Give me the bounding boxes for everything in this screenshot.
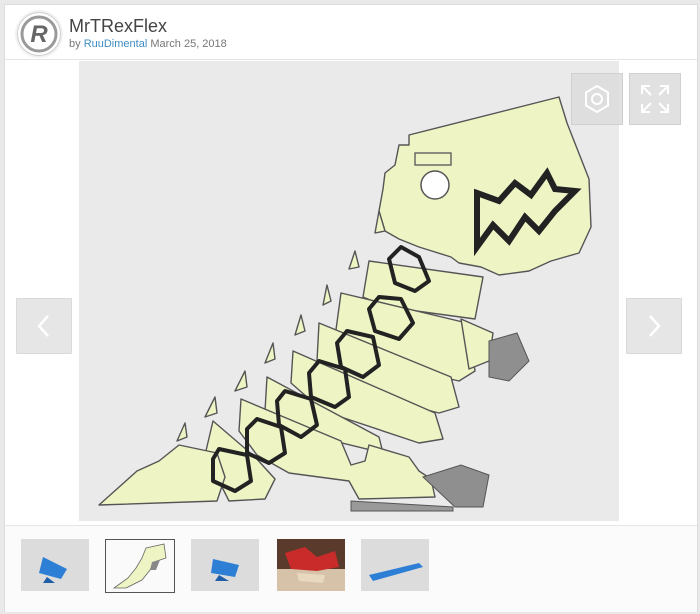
thumbnail-2[interactable]	[105, 539, 175, 593]
publish-date: March 25, 2018	[150, 38, 227, 50]
blue-part-thumbnail	[361, 539, 429, 591]
chevron-left-icon	[37, 315, 49, 337]
model-card: R MrTRexFlex by RuuDimental March 25, 20…	[4, 4, 698, 612]
author-link[interactable]: RuuDimental	[84, 38, 148, 50]
model-title: MrTRexFlex	[69, 16, 167, 36]
trex-thumbnail	[106, 540, 174, 592]
blue-part-thumbnail	[191, 539, 259, 591]
thumbnail-5[interactable]	[361, 539, 429, 591]
thumbnail-1[interactable]	[21, 539, 89, 591]
fullscreen-button[interactable]	[629, 73, 681, 125]
previous-image-button[interactable]	[16, 298, 72, 354]
r-logo-icon: R	[20, 15, 58, 53]
model-header: R MrTRexFlex by RuuDimental March 25, 20…	[5, 5, 697, 60]
blue-part-thumbnail	[21, 539, 89, 591]
next-image-button[interactable]	[626, 298, 682, 354]
photo-thumbnail	[277, 539, 345, 591]
by-label: by	[69, 38, 81, 50]
hexagon-settings-icon	[585, 84, 609, 114]
model-byline: by RuuDimental March 25, 2018	[69, 38, 227, 50]
chevron-right-icon	[649, 315, 661, 337]
trex-flat-model	[98, 96, 592, 512]
thumbnail-3[interactable]	[191, 539, 259, 591]
svg-text:R: R	[30, 21, 48, 48]
settings-button[interactable]	[571, 73, 623, 125]
expand-icon	[641, 85, 669, 113]
thumbnail-4[interactable]	[277, 539, 345, 591]
thumbnail-strip	[5, 525, 697, 612]
model-viewer[interactable]	[79, 61, 681, 521]
author-avatar[interactable]: R	[17, 12, 61, 56]
